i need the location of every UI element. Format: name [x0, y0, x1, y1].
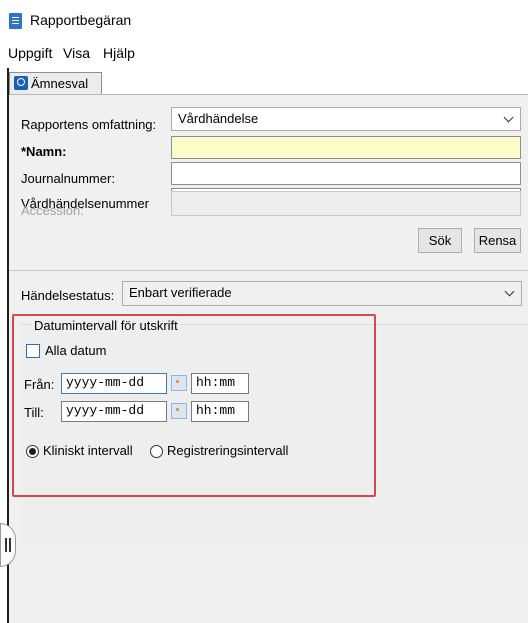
status-label: Händelsestatus:: [21, 288, 115, 303]
name-label: *Namn:: [21, 144, 67, 159]
scope-select-value: Vårdhändelse: [178, 111, 259, 126]
scope-select[interactable]: Vårdhändelse: [171, 107, 521, 131]
highlight-box: [12, 314, 376, 497]
scope-label: Rapportens omfattning:: [21, 117, 157, 132]
menu-uppgift[interactable]: Uppgift: [8, 45, 52, 61]
accession-label: Accession:: [21, 203, 84, 218]
menu-visa[interactable]: Visa: [63, 45, 90, 61]
chevron-down-icon: [504, 286, 515, 297]
window-title: Rapportbegäran: [30, 12, 132, 28]
grip-line: [9, 538, 11, 552]
chevron-down-icon: [503, 112, 514, 123]
status-select-value: Enbart verifierade: [129, 285, 232, 300]
app-icon: [9, 13, 22, 29]
status-select[interactable]: Enbart verifierade: [122, 281, 522, 306]
journal-number-field[interactable]: [171, 162, 521, 185]
journal-number-label: Journalnummer:: [21, 171, 115, 186]
menu-hjalp[interactable]: Hjälp: [103, 45, 135, 61]
search-button[interactable]: Sök: [418, 228, 462, 253]
search-icon: [14, 76, 28, 90]
clear-button[interactable]: Rensa: [474, 228, 521, 253]
grip-line: [5, 538, 7, 552]
name-field[interactable]: [171, 136, 521, 159]
menu-bar: Uppgift Visa Hjälp: [0, 38, 528, 68]
accession-field: [171, 191, 521, 216]
tab-amnesval-label: Ämnesval: [31, 76, 89, 91]
